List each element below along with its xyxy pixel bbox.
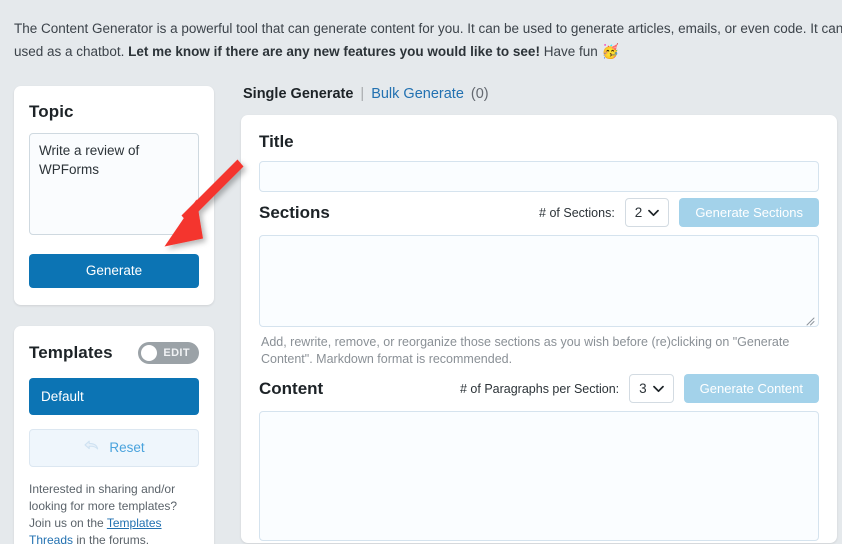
generate-button[interactable]: Generate [29, 254, 199, 288]
templates-note: Interested in sharing and/or looking for… [29, 481, 199, 544]
intro-text-part2: Have fun [539, 44, 602, 59]
reset-button[interactable]: Reset [29, 429, 199, 467]
templates-card-header: Templates EDIT [29, 342, 199, 364]
topic-textarea[interactable] [29, 133, 199, 235]
content-controls: # of Paragraphs per Section: 3 Generate … [460, 374, 819, 403]
sidebar: Topic Generate Templates EDIT Default [14, 86, 214, 544]
content-header-row: Content # of Paragraphs per Section: 3 G… [259, 374, 819, 403]
tab-separator: | [360, 86, 365, 102]
generate-sections-button[interactable]: Generate Sections [679, 198, 819, 227]
paragraphs-count-label: # of Paragraphs per Section: [460, 381, 620, 396]
template-item-default[interactable]: Default [29, 378, 199, 415]
paragraphs-count-value: 3 [639, 381, 647, 396]
page-right-gutter [842, 0, 848, 544]
templates-card: Templates EDIT Default Reset Interested … [14, 326, 214, 544]
templates-note-part2: in the forums. [73, 533, 150, 544]
templates-card-title: Templates [29, 343, 113, 362]
undo-arrow-icon [83, 439, 100, 456]
intro-paragraph: The Content Generator is a powerful tool… [14, 18, 848, 63]
sections-helper-text: Add, rewrite, remove, or reorganize thos… [261, 335, 790, 366]
edit-mode-toggle[interactable]: EDIT [138, 342, 199, 364]
topic-card: Topic Generate [14, 86, 214, 305]
generate-content-button[interactable]: Generate Content [683, 374, 819, 403]
party-face-emoji-icon: 🥳 [601, 43, 619, 59]
app-page: The Content Generator is a powerful tool… [0, 0, 848, 544]
sections-count-select[interactable]: 2 [624, 198, 670, 227]
title-field-label: Title [259, 132, 294, 151]
sections-textarea[interactable] [259, 235, 819, 327]
sections-count-value: 2 [634, 205, 643, 220]
bulk-generate-count: (0) [470, 86, 489, 102]
toggle-knob-icon [141, 345, 158, 361]
reset-button-label: Reset [109, 440, 145, 455]
sections-field-label: Sections [259, 202, 330, 222]
edit-toggle-label: EDIT [163, 347, 190, 359]
sections-textarea-wrapper [259, 235, 819, 327]
sections-header-row: Sections # of Sections: 2 Generate Secti… [259, 198, 819, 227]
sections-count-label: # of Sections: [539, 205, 615, 220]
topic-card-title: Topic [29, 102, 74, 121]
main-content: Single Generate | Bulk Generate (0) Titl… [241, 86, 837, 543]
intro-bold-text: Let me know if there are any new feature… [128, 44, 540, 59]
content-textarea[interactable] [259, 411, 819, 541]
generate-mode-tabs: Single Generate | Bulk Generate (0) [241, 86, 837, 102]
tab-single-generate[interactable]: Single Generate [243, 86, 353, 102]
content-field-label: Content [259, 378, 324, 398]
generate-panel: Title Sections # of Sections: 2 Generate… [241, 115, 837, 543]
tab-bulk-generate[interactable]: Bulk Generate [371, 86, 464, 102]
paragraphs-count-select[interactable]: 3 [629, 374, 674, 403]
chevron-down-icon [652, 381, 664, 396]
sections-controls: # of Sections: 2 Generate Sections [539, 198, 819, 227]
chevron-down-icon [648, 205, 660, 220]
title-input[interactable] [259, 161, 819, 192]
